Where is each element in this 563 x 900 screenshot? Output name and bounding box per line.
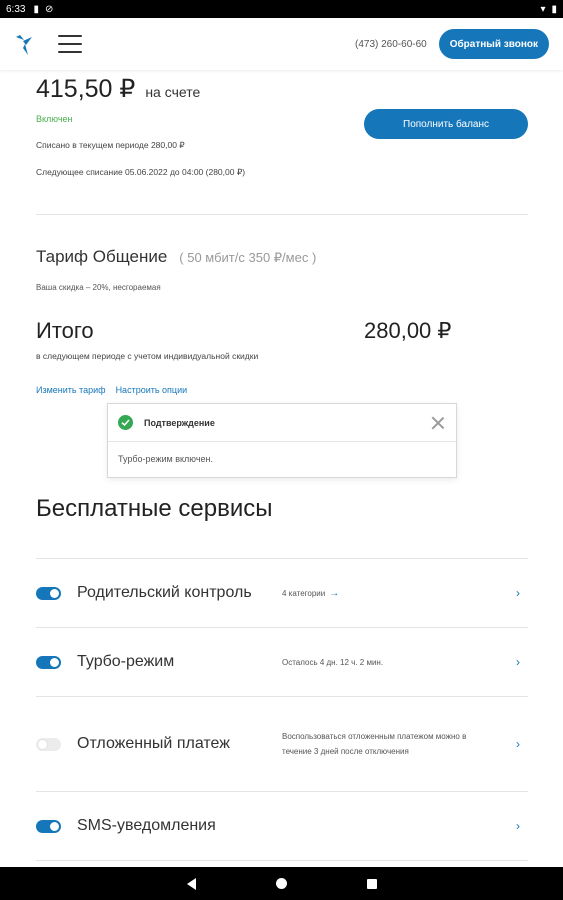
balance: 415,50 ₽ на счете	[36, 74, 200, 104]
balance-amount: 415,50 ₽	[36, 75, 136, 103]
divider	[36, 860, 528, 861]
close-icon[interactable]	[430, 415, 446, 431]
status-bar: 6:33 ▮ ⊘ ▾ ▮	[0, 0, 563, 18]
main-content: 415,50 ₽ на счете Включен Списано в теку…	[0, 70, 563, 867]
total-label: Итого	[36, 318, 94, 343]
toast-header: Подтверждение	[108, 404, 456, 442]
deferred-payment-toggle[interactable]	[36, 737, 61, 751]
wifi-icon: ▾	[540, 3, 546, 15]
tariff-heading: Тариф Общение ( 50 мбит/с 350 ₽/мес )	[36, 247, 316, 267]
topup-button[interactable]: Пополнить баланс	[364, 109, 528, 139]
system-nav-bar	[0, 867, 563, 900]
service-name: Турбо-режим	[77, 653, 175, 670]
divider	[36, 214, 528, 215]
back-icon[interactable]	[186, 877, 196, 890]
service-row-deferred-payment[interactable]: Отложенный платеж Воспользоваться отложе…	[36, 697, 528, 791]
chevron-right-icon[interactable]: ›	[516, 655, 520, 669]
tariff-spec: ( 50 мбит/с 350 ₽/мес )	[179, 250, 317, 265]
recent-apps-icon[interactable]	[366, 878, 377, 889]
change-tariff-link[interactable]: Изменить тариф	[36, 385, 106, 395]
service-info: Осталось 4 дн. 12 ч. 2 мин.	[282, 657, 384, 667]
service-name: Отложенный платеж	[77, 735, 230, 752]
chevron-right-icon[interactable]: ›	[516, 819, 520, 833]
parental-control-toggle[interactable]	[36, 586, 61, 600]
chevron-right-icon[interactable]: ›	[516, 737, 520, 751]
service-row-parental-control[interactable]: Родительский контроль 4 категории → ›	[36, 559, 528, 627]
chevron-right-icon[interactable]: ›	[516, 586, 520, 600]
balance-suffix: на счете	[145, 84, 201, 100]
service-info: Воспользоваться отложенным платежом можн…	[282, 732, 467, 756]
home-icon[interactable]	[275, 878, 287, 889]
turbo-toggle[interactable]	[36, 655, 61, 669]
service-info[interactable]: 4 категории →	[282, 586, 339, 601]
logo-icon[interactable]	[14, 31, 36, 57]
status-time: 6:33	[6, 3, 26, 15]
charged-text: Списано в текущем периоде 280,00 ₽	[36, 140, 185, 150]
check-circle-icon	[118, 415, 133, 430]
phone-number[interactable]: (473) 260-60-60	[355, 39, 427, 50]
service-row-sms[interactable]: SMS-уведомления ›	[36, 792, 528, 860]
blocked-icon: ⊘	[44, 3, 54, 15]
discount-text: Ваша скидка – 20%, несгораемая	[36, 283, 161, 292]
services-title: Бесплатные сервисы	[36, 495, 273, 522]
toast-title: Подтверждение	[144, 417, 215, 428]
sms-toggle[interactable]	[36, 819, 61, 833]
battery-icon: ▮	[551, 3, 557, 15]
callback-button[interactable]: Обратный звонок	[438, 29, 549, 59]
sd-card-icon: ▮	[33, 3, 39, 15]
total-note: в следующем периоде с учетом индивидуаль…	[36, 351, 259, 361]
app-header: (473) 260-60-60 Обратный звонок	[0, 18, 563, 70]
service-name: Родительский контроль	[77, 584, 252, 601]
tariff-name: Тариф Общение	[36, 247, 168, 266]
toast-message: Турбо-режим включен.	[118, 454, 213, 464]
service-name: SMS-уведомления	[77, 817, 216, 834]
menu-icon[interactable]	[58, 35, 82, 53]
tariff-links: Изменить тариф Настроить опции	[36, 385, 187, 395]
next-charge-text: Следующее списание 05.06.2022 до 04:00 (…	[36, 167, 246, 177]
service-row-turbo[interactable]: Турбо-режим Осталось 4 дн. 12 ч. 2 мин. …	[36, 628, 528, 696]
confirmation-toast: Подтверждение Турбо-режим включен.	[107, 403, 457, 478]
total-value: 280,00 ₽	[364, 318, 452, 343]
account-status: Включен	[36, 114, 73, 124]
arrow-right-icon: →	[329, 587, 340, 599]
configure-options-link[interactable]: Настроить опции	[116, 385, 188, 395]
